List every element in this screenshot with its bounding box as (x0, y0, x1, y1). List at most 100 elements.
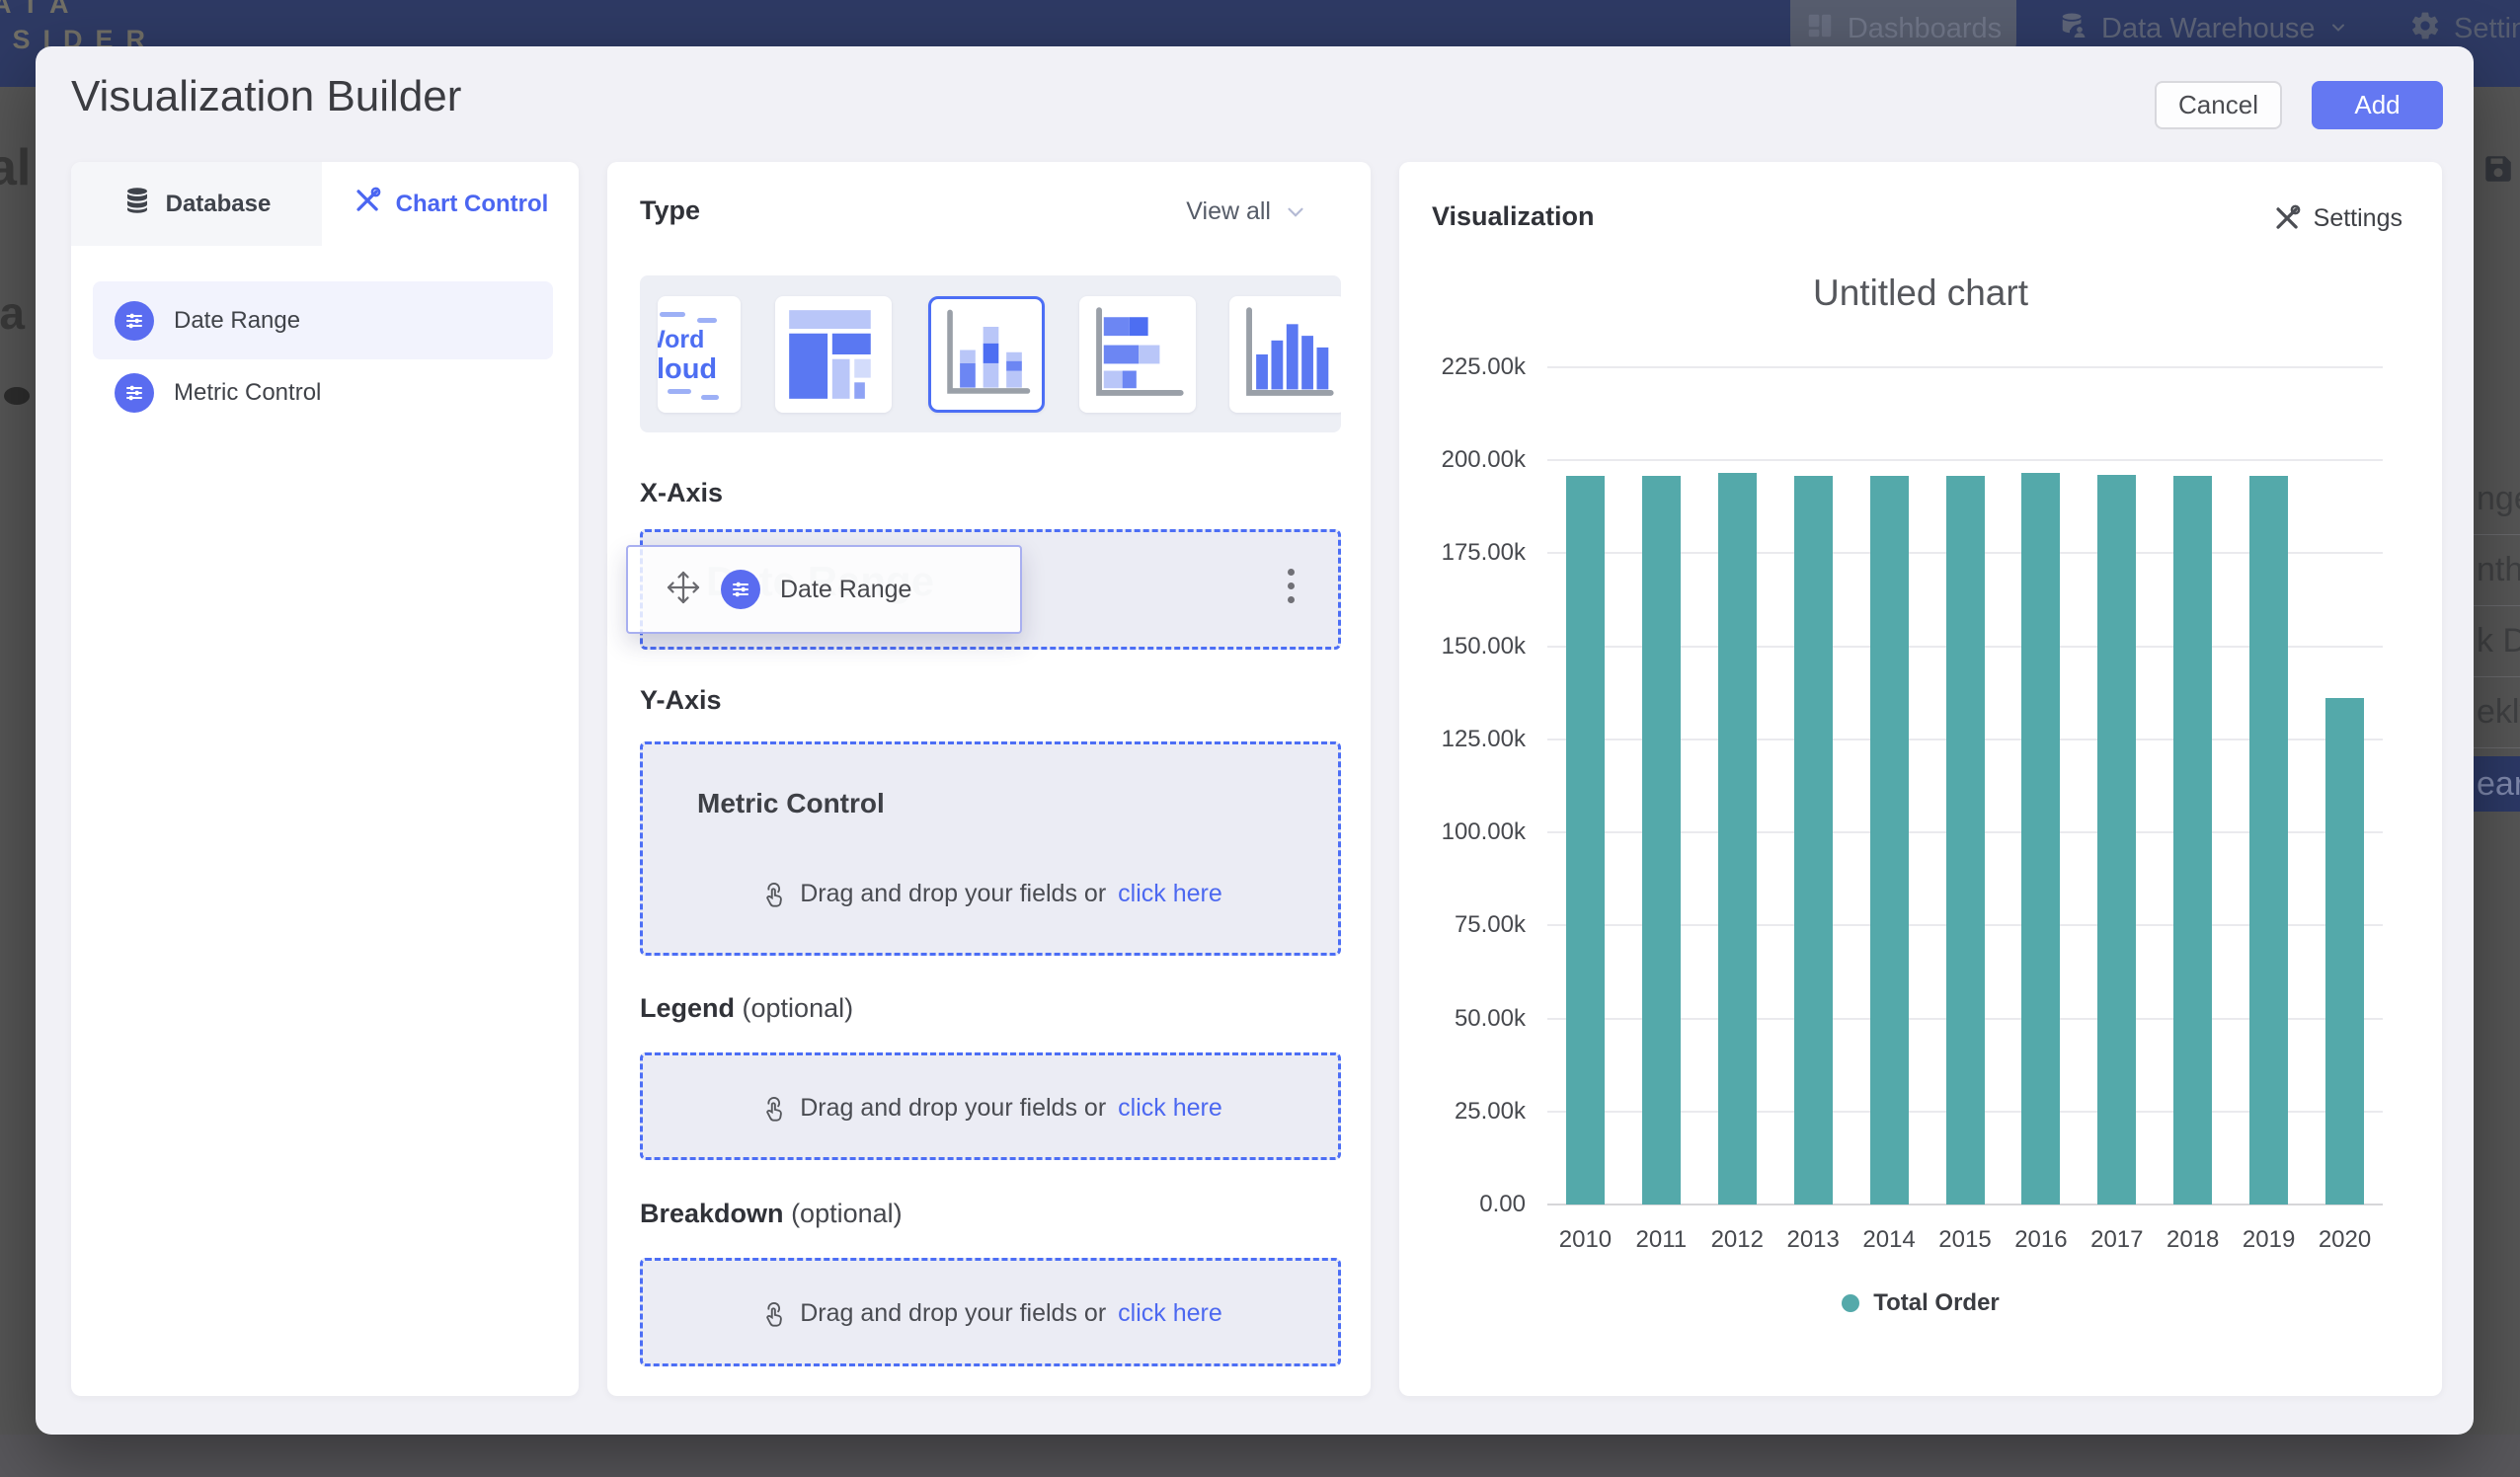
chart-type-treemap[interactable] (775, 296, 892, 413)
field-item-metric-control[interactable]: Metric Control (93, 359, 553, 427)
word-cloud-mark (697, 318, 717, 323)
save-icon (2481, 148, 2516, 190)
bar-2015 (1946, 476, 1985, 1205)
chevron-down-icon (1283, 199, 1308, 225)
treemap-icon (775, 296, 892, 413)
x-axis-heading: X-Axis (640, 476, 723, 509)
chart-settings-label: Settings (2314, 204, 2402, 233)
click-here-link[interactable]: click here (1118, 880, 1222, 908)
backdrop-menu-row: nge (2474, 464, 2520, 535)
bar-2012 (1718, 473, 1757, 1205)
x-tick-label: 2016 (2003, 1226, 2079, 1254)
column-chart-icon (1229, 296, 1341, 413)
dashboard-grid-icon (1805, 11, 1835, 48)
type-heading: Type (640, 194, 700, 227)
backdrop-menu-row: k Date (2474, 606, 2520, 677)
legend-dropzone[interactable]: Drag and drop your fields or click here (640, 1052, 1341, 1160)
bar-2020 (2325, 698, 2364, 1205)
warehouse-database-icon (2059, 11, 2088, 48)
tap-hand-icon (758, 1093, 788, 1123)
cancel-button-label: Cancel (2178, 90, 2258, 120)
stacked-column-icon (931, 299, 1042, 410)
tools-icon (353, 186, 382, 222)
click-here-link[interactable]: click here (1118, 1299, 1222, 1328)
word-cloud-word: Word (658, 326, 704, 354)
field-item-label: Metric Control (174, 379, 321, 407)
x-tick-label: 2015 (1928, 1226, 2004, 1254)
drop-instruction: Drag and drop your fields or click here (643, 879, 1338, 908)
tab-chart-control[interactable]: Chart Control (322, 162, 579, 246)
click-here-link[interactable]: click here (1118, 1094, 1222, 1123)
kebab-menu-icon[interactable] (1288, 569, 1295, 603)
tab-database-label: Database (166, 191, 272, 218)
bar-2016 (2021, 473, 2060, 1205)
word-cloud-word: Cloud (658, 353, 717, 386)
date-range-drag-chip[interactable]: Date Range (626, 545, 1022, 634)
chart-type-strip: Word Cloud (640, 275, 1341, 432)
tune-icon (115, 301, 154, 341)
chart-type-stacked-column-selected[interactable] (928, 296, 1045, 413)
legend-heading-label: Legend (640, 993, 735, 1023)
y-tick-label: 50.00k (1399, 1005, 1526, 1033)
bar-2010 (1566, 476, 1605, 1205)
nav-settings-label: Settin (2454, 13, 2520, 45)
breakdown-heading-label: Breakdown (640, 1199, 784, 1228)
y-tick-label: 100.00k (1399, 818, 1526, 846)
nav-dashboards-label: Dashboards (1848, 13, 2002, 45)
drop-text: Drag and drop your fields or (800, 880, 1106, 908)
field-item-date-range[interactable]: Date Range (93, 281, 553, 359)
y-axis-dropzone[interactable]: Metric Control Drag and drop your fields… (640, 741, 1341, 956)
word-cloud-mark (660, 312, 685, 317)
tune-icon (721, 570, 760, 609)
breakdown-heading: Breakdown (optional) (640, 1197, 903, 1230)
bar-2014 (1870, 476, 1909, 1205)
tap-hand-icon (758, 1298, 788, 1328)
drop-instruction: Drag and drop your fields or click here (643, 1093, 1338, 1123)
legend-heading: Legend (optional) (640, 991, 853, 1025)
drop-text: Drag and drop your fields or (800, 1299, 1106, 1328)
chart-type-stacked-bar[interactable] (1079, 296, 1196, 413)
drop-instruction: Drag and drop your fields or click here (643, 1298, 1338, 1328)
backdrop-text-fragment-2: ta (0, 286, 25, 340)
nav-data-warehouse-label: Data Warehouse (2101, 13, 2316, 45)
bar-2011 (1642, 476, 1681, 1205)
bar-2013 (1794, 476, 1833, 1205)
backdrop-bullet-dot (4, 387, 30, 405)
legend-swatch (1842, 1294, 1859, 1312)
word-cloud-mark (701, 395, 719, 400)
add-button[interactable]: Add (2312, 81, 2443, 129)
x-tick-label: 2013 (1775, 1226, 1851, 1254)
x-tick-label: 2020 (2307, 1226, 2383, 1254)
backdrop-menu-row-selected: ear (2474, 756, 2520, 812)
x-tick-label: 2014 (1851, 1226, 1928, 1254)
y-tick-label: 225.00k (1399, 353, 1526, 381)
x-tick-label: 2017 (2079, 1226, 2155, 1254)
x-tick-label: 2018 (2155, 1226, 2231, 1254)
visualization-heading: Visualization (1432, 201, 1595, 232)
chart-title: Untitled chart (1399, 272, 2442, 314)
y-axis-inner-title: Metric Control (697, 788, 885, 819)
database-icon (122, 186, 152, 222)
modal-title: Visualization Builder (71, 72, 461, 121)
backdrop-menu-row: nthly (2474, 535, 2520, 606)
chart-settings-button[interactable]: Settings (2272, 203, 2402, 233)
chart-legend: Total Order (1399, 1289, 2442, 1317)
chevron-down-icon (2328, 13, 2348, 45)
backdrop-menu-row: ekly (2474, 677, 2520, 748)
visualization-builder-modal: Visualization Builder Cancel Add Databas… (36, 46, 2474, 1435)
word-cloud-mark (668, 389, 691, 394)
fields-panel: Database Chart Control Date Range Metric… (71, 162, 579, 1396)
stacked-bar-icon (1079, 296, 1196, 413)
gear-icon (2409, 10, 2441, 49)
tab-chart-control-label: Chart Control (396, 191, 549, 218)
bar-2018 (2173, 476, 2212, 1205)
legend-optional-label: (optional) (743, 993, 854, 1023)
chart-type-word-cloud[interactable]: Word Cloud (658, 296, 741, 413)
chart-type-column[interactable] (1229, 296, 1341, 413)
y-tick-label: 0.00 (1399, 1191, 1526, 1218)
bar-2019 (2249, 476, 2288, 1205)
tab-database[interactable]: Database (71, 162, 322, 246)
view-all-button[interactable]: View all (1186, 197, 1308, 226)
breakdown-dropzone[interactable]: Drag and drop your fields or click here (640, 1258, 1341, 1366)
cancel-button[interactable]: Cancel (2155, 81, 2282, 129)
